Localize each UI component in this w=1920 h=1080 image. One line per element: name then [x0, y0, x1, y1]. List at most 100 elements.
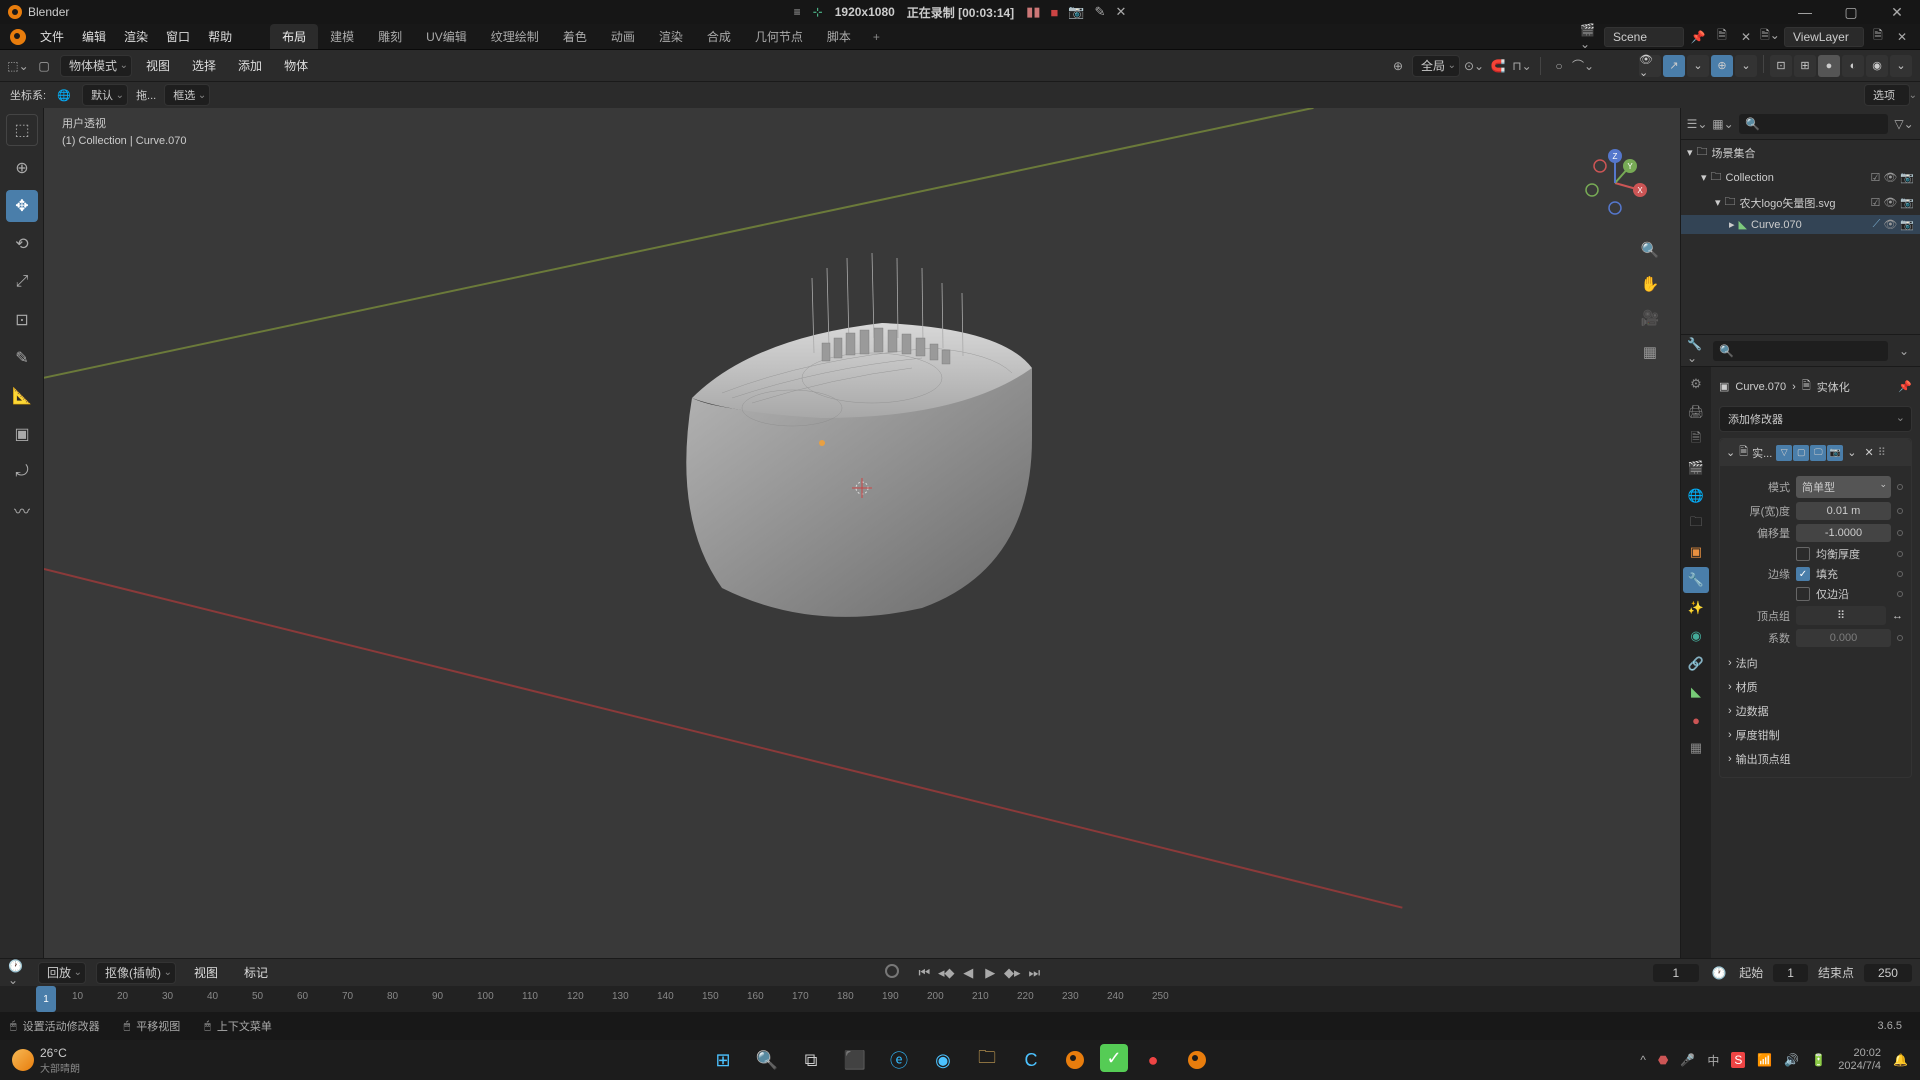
tab-output[interactable]: 🖨 — [1683, 399, 1709, 425]
scene-name-field[interactable]: Scene — [1604, 27, 1684, 47]
pin-props-icon[interactable]: 📌 — [1898, 380, 1912, 393]
tool-transform[interactable]: ⊡ — [6, 304, 38, 336]
close-icon[interactable]: ✕ — [1882, 4, 1912, 21]
tab-material[interactable]: ● — [1683, 707, 1709, 733]
rim-only-checkbox[interactable] — [1796, 587, 1810, 601]
tray-security-icon[interactable]: ⬣ — [1658, 1053, 1668, 1067]
tool-move[interactable]: ✥ — [6, 190, 38, 222]
tray-volume-icon[interactable]: 🔊 — [1784, 1053, 1799, 1067]
menu-add[interactable]: 添加 — [230, 54, 270, 77]
solid-icon[interactable]: ● — [1818, 55, 1840, 77]
current-frame-marker[interactable]: 1 — [36, 986, 56, 1012]
pivot-icon[interactable]: ⊙⌄ — [1464, 56, 1484, 76]
thickness-field[interactable]: 0.01 m — [1796, 502, 1891, 520]
tab-texpaint[interactable]: 纹理绘制 — [479, 24, 551, 49]
keyframe-prev-icon[interactable]: ◂◆ — [937, 964, 955, 982]
app-c-icon[interactable]: C — [1012, 1044, 1050, 1076]
editor-type-icon[interactable]: ⬚⌄ — [8, 56, 28, 76]
timeline-type-icon[interactable]: 🕐⌄ — [8, 963, 28, 983]
scene-browse-icon[interactable]: 🎬⌄ — [1580, 27, 1600, 47]
app-icon-1[interactable]: ⬛ — [836, 1044, 874, 1076]
coord-icon[interactable]: 🌐 — [54, 85, 74, 105]
add-workspace-icon[interactable]: + — [863, 26, 890, 48]
proportional-icon[interactable]: ○ — [1549, 56, 1569, 76]
taskview-icon[interactable]: ⧉ — [792, 1044, 830, 1076]
start-icon[interactable]: ⊞ — [704, 1044, 742, 1076]
overlay-opts-icon[interactable]: ⌄ — [1735, 55, 1757, 77]
menu-help[interactable]: 帮助 — [200, 25, 240, 48]
menu-file[interactable]: 文件 — [32, 25, 72, 48]
tab-geonodes[interactable]: 几何节点 — [743, 24, 815, 49]
tab-texture[interactable]: ▦ — [1683, 735, 1709, 761]
tool-extra2[interactable]: 〰 — [6, 494, 38, 526]
tab-modeling[interactable]: 建模 — [318, 24, 366, 49]
blender2-task-icon[interactable] — [1178, 1044, 1216, 1076]
mod-editmode-icon[interactable]: ▽ — [1776, 445, 1792, 461]
orientation-icon[interactable]: ⊕ — [1388, 56, 1408, 76]
even-thickness-checkbox[interactable] — [1796, 547, 1810, 561]
tab-scripting[interactable]: 脚本 — [815, 24, 863, 49]
viewlayer-del-icon[interactable]: ✕ — [1892, 27, 1912, 47]
tab-compositing[interactable]: 合成 — [695, 24, 743, 49]
maximize-icon[interactable]: ▢ — [1836, 4, 1866, 21]
tool-select[interactable]: ⬚ — [6, 114, 38, 146]
menu-window[interactable]: 窗口 — [158, 25, 198, 48]
mode-field[interactable]: 简单型 — [1796, 476, 1891, 498]
drag-label[interactable]: 拖... — [136, 87, 156, 103]
timeline-ruler[interactable]: 1 10203040506070809010011012013014015016… — [0, 986, 1920, 1012]
edge2-icon[interactable]: ◉ — [924, 1044, 962, 1076]
tab-constraints[interactable]: 🔗 — [1683, 651, 1709, 677]
mod-collapse-icon[interactable]: ⌄ — [1726, 446, 1735, 459]
outliner-type-icon[interactable]: ☰⌄ — [1687, 114, 1707, 134]
record-icon[interactable]: ● — [1134, 1044, 1172, 1076]
tab-shading[interactable]: 着色 — [551, 24, 599, 49]
play-rev-icon[interactable]: ◀ — [959, 964, 977, 982]
row-materials[interactable]: ›材质 — [1728, 675, 1903, 699]
anim-dot[interactable] — [1897, 484, 1903, 490]
search-icon[interactable]: 🔍 — [748, 1044, 786, 1076]
shading-opts-icon[interactable]: ⌄ — [1890, 55, 1912, 77]
viewlayer-new-icon[interactable]: 🗎 — [1868, 27, 1888, 47]
mod-name[interactable]: 实... — [1752, 445, 1772, 461]
tree-curve[interactable]: ▸◣Curve.070 ⟋👁📷 — [1681, 215, 1920, 234]
zoom-icon[interactable]: 🔍 — [1638, 238, 1662, 262]
tray-mic-icon[interactable]: 🎤 — [1680, 1053, 1695, 1067]
menu-view[interactable]: 视图 — [138, 54, 178, 77]
mod-drag-icon[interactable]: ⠿ — [1878, 446, 1886, 459]
row-normals[interactable]: ›法向 — [1728, 651, 1903, 675]
row-clamp[interactable]: ›厚度钳制 — [1728, 723, 1903, 747]
timeline-marker[interactable]: 标记 — [236, 961, 276, 984]
bc-mod[interactable]: 实体化 — [1817, 379, 1850, 395]
jump-end-icon[interactable]: ⏭ — [1025, 964, 1043, 982]
pause-icon[interactable]: ▮▮ — [1026, 4, 1040, 20]
playback-dropdown[interactable]: 回放 — [38, 962, 86, 984]
tool-measure[interactable]: 📐 — [6, 380, 38, 412]
keyframe-next-icon[interactable]: ◆▸ — [1003, 964, 1021, 982]
pin-icon[interactable]: ⊹ — [813, 5, 823, 19]
tab-world[interactable]: 🌐 — [1683, 483, 1709, 509]
tree-collection[interactable]: ▾🗀Collection ☑👁📷 — [1681, 165, 1920, 190]
visibility-icon[interactable]: 👁⌄ — [1639, 55, 1661, 77]
snap-icon[interactable]: 🧲 — [1488, 56, 1508, 76]
tree-svg[interactable]: ▾🗀农大logo矢量图.svg ☑👁📷 — [1681, 190, 1920, 215]
nav-gizmo[interactable]: X Y Z — [1580, 148, 1650, 218]
edge-icon[interactable]: ⓔ — [880, 1044, 918, 1076]
current-frame[interactable]: 1 — [1653, 964, 1700, 982]
tab-viewlayer[interactable]: 🗎 — [1683, 427, 1709, 453]
tab-layout[interactable]: 布局 — [270, 24, 318, 49]
tab-rendering[interactable]: 渲染 — [647, 24, 695, 49]
props-search[interactable]: 🔍 — [1713, 341, 1888, 361]
tab-object-props[interactable]: ▣ — [1683, 539, 1709, 565]
tab-uv[interactable]: UV编辑 — [414, 24, 479, 49]
tray-ime-icon[interactable]: 中 — [1707, 1052, 1719, 1069]
scene-del-icon[interactable]: ✕ — [1736, 27, 1756, 47]
bc-obj[interactable]: Curve.070 — [1735, 381, 1786, 393]
row-outvg[interactable]: ›输出顶点组 — [1728, 747, 1903, 771]
blender-task-icon[interactable] — [1056, 1044, 1094, 1076]
gizmo-icon[interactable]: ↗ — [1663, 55, 1685, 77]
tab-animation[interactable]: 动画 — [599, 24, 647, 49]
mod-cage-icon[interactable]: ▢ — [1793, 445, 1809, 461]
notifications-icon[interactable]: 🔔 — [1893, 1053, 1908, 1067]
screenshot-icon[interactable]: 📷 — [1068, 4, 1084, 20]
tray-chevron-icon[interactable]: ^ — [1640, 1053, 1646, 1067]
